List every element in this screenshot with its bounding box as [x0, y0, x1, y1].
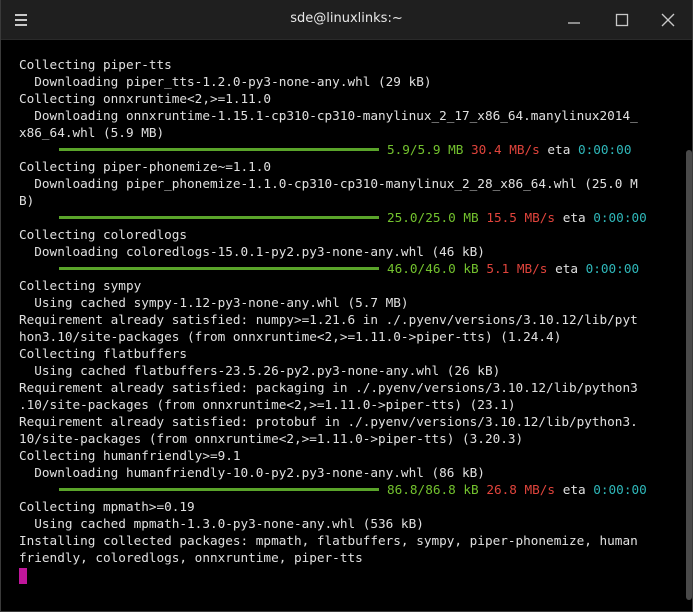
close-icon[interactable]	[657, 10, 679, 30]
progress-eta: 0:00:00	[577, 142, 632, 157]
terminal-line: Downloading coloredlogs-15.0.1-py2.py3-n…	[19, 244, 485, 259]
progress-line: 46.0/46.0 kB 5.1 MB/s eta 0:00:00	[19, 260, 686, 277]
progress-eta-label: eta	[562, 482, 586, 497]
terminal-line: 10/site-packages (from onnxruntime<2,>=1…	[19, 431, 524, 446]
terminal-line: Downloading onnxruntime-1.15.1-cp310-cp3…	[19, 108, 638, 123]
progress-speed: 30.4 MB/s	[471, 142, 540, 157]
terminal-line: Collecting coloredlogs	[19, 227, 188, 242]
terminal-line: B)	[19, 193, 35, 208]
terminal-output[interactable]: Collecting piper-tts Downloading piper_t…	[1, 40, 686, 611]
terminal-line: .10/site-packages (from onnxruntime<2,>=…	[19, 397, 516, 412]
progress-speed: 26.8 MB/s	[486, 482, 556, 497]
terminal-line: Requirement already satisfied: packaging…	[19, 380, 638, 395]
window-title: sde@linuxlinks:~	[290, 11, 403, 26]
terminal-line: Using cached sympy-1.12-py3-none-any.whl…	[19, 295, 409, 310]
progress-eta-label: eta	[547, 142, 571, 157]
terminal-line: Collecting onnxruntime<2,>=1.11.0	[19, 91, 272, 106]
progress-line: 86.8/86.8 kB 26.8 MB/s eta 0:00:00	[19, 481, 686, 498]
text-cursor	[19, 567, 27, 584]
title-bar[interactable]: sde@linuxlinks:~	[1, 0, 692, 40]
progress-eta-label: eta	[562, 210, 586, 225]
terminal-line: Requirement already satisfied: numpy>=1.…	[19, 312, 638, 327]
terminal-line: x86_64.whl (5.9 MB)	[19, 125, 165, 140]
progress-line: 25.0/25.0 MB 15.5 MB/s eta 0:00:00	[19, 209, 686, 226]
terminal-line: Downloading humanfriendly-10.0-py2.py3-n…	[19, 465, 485, 480]
progress-eta: 0:00:00	[593, 210, 647, 225]
prompt-line	[19, 566, 686, 584]
terminal-line: friendly, coloredlogs, onnxruntime, pipe…	[19, 550, 363, 565]
progress-size: 46.0/46.0 kB	[387, 261, 479, 276]
progress-size: 86.8/86.8 kB	[387, 482, 479, 497]
terminal-line: Collecting humanfriendly>=9.1	[19, 448, 241, 463]
progress-bar	[59, 216, 379, 219]
progress-eta: 0:00:00	[593, 482, 647, 497]
terminal-line: Downloading piper_phonemize-1.1.0-cp310-…	[19, 176, 638, 191]
progress-size: 5.9/5.9 MB	[387, 142, 464, 157]
progress-bar	[59, 267, 379, 270]
terminal-line: Collecting piper-phonemize~=1.1.0	[19, 159, 272, 174]
progress-speed: 15.5 MB/s	[486, 210, 556, 225]
progress-eta: 0:00:00	[585, 261, 640, 276]
maximize-icon[interactable]	[611, 10, 633, 30]
terminal-line: hon3.10/site-packages (from onnxruntime<…	[19, 329, 562, 344]
terminal-line: Using cached flatbuffers-23.5.26-py2.py3…	[19, 363, 501, 378]
terminal-line: Collecting sympy	[19, 278, 142, 293]
terminal-line: Downloading piper_tts-1.2.0-py3-none-any…	[19, 74, 432, 89]
terminal-line: Collecting mpmath>=0.19	[19, 499, 195, 514]
progress-speed: 5.1 MB/s	[486, 261, 548, 276]
scrollbar[interactable]	[686, 150, 692, 600]
progress-size: 25.0/25.0 MB	[387, 210, 479, 225]
terminal-line: Requirement already satisfied: protobuf …	[19, 414, 638, 429]
minimize-icon[interactable]	[563, 10, 585, 30]
terminal-window: sde@linuxlinks:~ Collecting piper-tts Do…	[0, 0, 693, 612]
terminal-line: Collecting piper-tts	[19, 57, 172, 72]
terminal-line: Using cached mpmath-1.3.0-py3-none-any.w…	[19, 516, 424, 531]
progress-bar	[59, 148, 379, 151]
terminal-line: Collecting flatbuffers	[19, 346, 188, 361]
progress-eta-label: eta	[555, 261, 578, 276]
terminal-line: Installing collected packages: mpmath, f…	[19, 533, 638, 548]
progress-line: 5.9/5.9 MB 30.4 MB/s eta 0:00:00	[19, 141, 686, 158]
progress-bar	[59, 488, 379, 491]
